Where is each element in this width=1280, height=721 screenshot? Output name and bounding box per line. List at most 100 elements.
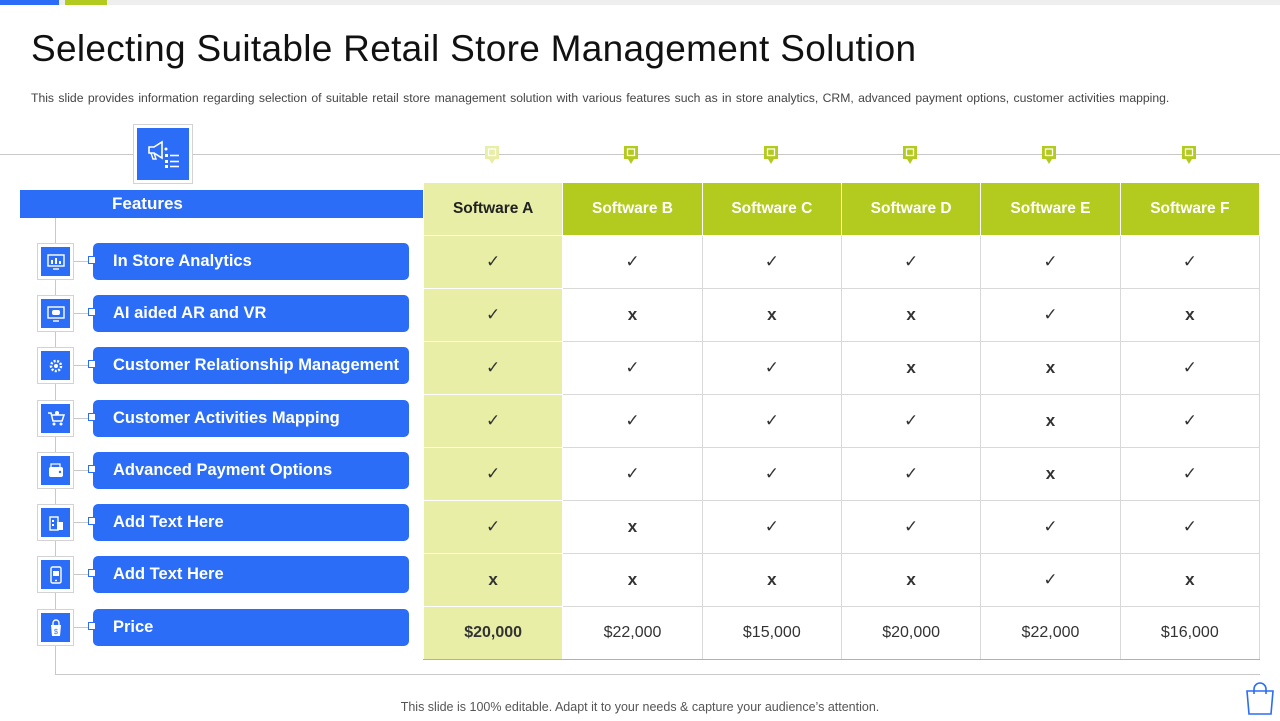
check-mark-icon: ✓ xyxy=(625,358,640,377)
mobile-shop-icon xyxy=(37,556,74,593)
table-cell: ✓ xyxy=(562,394,703,448)
table-cell: ✓ xyxy=(701,235,842,289)
check-mark-icon: ✓ xyxy=(1043,517,1058,536)
cross-mark-icon: x xyxy=(1185,570,1195,589)
check-mark-icon: ✓ xyxy=(1043,305,1058,324)
table-cell: ✓ xyxy=(840,235,982,289)
table-cell: $16,000 xyxy=(1119,606,1261,660)
column-marker-pin-icon xyxy=(1041,145,1057,165)
table-cell: ✓ xyxy=(422,235,564,289)
slide-title: Selecting Suitable Retail Store Manageme… xyxy=(31,28,917,69)
table-cell: x xyxy=(980,447,1121,501)
table-cell: ✓ xyxy=(562,235,703,289)
table-cell: ✓ xyxy=(840,394,982,448)
cross-mark-icon: x xyxy=(627,570,638,589)
table-header-row: Software A Software B Software C Software D… xyxy=(422,182,1261,236)
check-mark-icon: ✓ xyxy=(764,411,779,430)
table-cell: ✓ xyxy=(980,235,1121,289)
table-cell: x xyxy=(701,288,842,342)
feature-label: AI aided AR and VR xyxy=(113,304,267,322)
table-cell: x xyxy=(980,394,1121,448)
check-mark-icon: ✓ xyxy=(1182,252,1197,271)
table-cell: ✓ xyxy=(1119,447,1261,501)
table-row: x x x x ✓ x xyxy=(422,553,1261,607)
cross-mark-icon: x xyxy=(1185,305,1195,324)
feature-label: Customer Relationship Management xyxy=(113,356,400,374)
table-row: ✓ ✓ ✓ ✓ x ✓ xyxy=(422,394,1261,448)
table-row: ✓ x x x ✓ x xyxy=(422,288,1261,342)
check-mark-icon: ✓ xyxy=(904,252,919,271)
connector-dot xyxy=(88,413,96,421)
check-mark-icon: ✓ xyxy=(764,252,779,271)
table-cell: ✓ xyxy=(562,447,703,501)
table-cell: ✓ xyxy=(840,447,982,501)
software-column-header: Software F xyxy=(1119,182,1261,236)
check-mark-icon: ✓ xyxy=(486,517,501,536)
feature-label: Add Text Here xyxy=(113,513,224,531)
check-mark-icon: ✓ xyxy=(1182,464,1197,483)
table-cell: x xyxy=(980,341,1121,395)
connector-dot xyxy=(88,622,96,630)
column-marker-pin-icon xyxy=(763,145,779,165)
feature-label-box: Customer Relationship Management xyxy=(88,347,409,384)
table-cell: x xyxy=(840,288,982,342)
feature-label: Advanced Payment Options xyxy=(113,461,333,479)
cross-mark-icon: x xyxy=(1045,358,1056,377)
price-value: $22,000 xyxy=(1021,624,1080,641)
table-cell: $20,000 xyxy=(422,606,564,660)
table-cell: x xyxy=(562,553,703,607)
column-marker-pin-icon xyxy=(623,145,639,165)
check-mark-icon: ✓ xyxy=(1043,570,1058,589)
table-cell: ✓ xyxy=(422,500,564,554)
column-marker-pin-icon xyxy=(484,145,500,165)
cross-mark-icon: x xyxy=(627,305,638,324)
check-mark-icon: ✓ xyxy=(486,464,501,483)
table-cell: x xyxy=(562,288,703,342)
svg-text:$: $ xyxy=(54,629,58,636)
table-cell: x xyxy=(701,553,842,607)
table-cell: ✓ xyxy=(701,341,842,395)
cross-mark-icon: x xyxy=(1045,411,1056,430)
cross-mark-icon: x xyxy=(627,517,638,536)
monitor-analytics-icon xyxy=(37,243,74,280)
feature-label: Price xyxy=(113,618,154,636)
software-column-header: Software B xyxy=(562,182,703,236)
table-cell: ✓ xyxy=(422,394,564,448)
table-cell: ✓ xyxy=(422,447,564,501)
table-cell: $22,000 xyxy=(980,606,1121,660)
connector-dot xyxy=(88,465,96,473)
feature-label: Customer Activities Mapping xyxy=(113,409,340,427)
feature-label-box: AI aided AR and VR xyxy=(88,295,409,332)
price-value: $20,000 xyxy=(464,624,523,641)
cross-mark-icon: x xyxy=(906,358,916,377)
tree-bottom-line xyxy=(55,674,1260,675)
table-cell: ✓ xyxy=(422,341,564,395)
table-cell: ✓ xyxy=(422,288,564,342)
features-header-label: Features xyxy=(112,194,183,213)
check-mark-icon: ✓ xyxy=(904,517,919,536)
check-mark-icon: ✓ xyxy=(764,464,779,483)
cross-mark-icon: x xyxy=(767,570,777,589)
check-mark-icon: ✓ xyxy=(625,252,640,271)
cross-mark-icon: x xyxy=(906,305,916,324)
check-mark-icon: ✓ xyxy=(764,358,779,377)
tree-vertical-line xyxy=(55,218,56,674)
software-column-header: Software C xyxy=(701,182,842,236)
feature-label-box: Add Text Here xyxy=(88,556,409,593)
table-cell: $22,000 xyxy=(562,606,703,660)
feature-label: Add Text Here xyxy=(113,565,224,583)
connector-dot xyxy=(88,569,96,577)
check-mark-icon: ✓ xyxy=(486,305,501,324)
accent-blue xyxy=(0,0,59,5)
price-row: $20,000 $22,000 $15,000 $20,000 $22,000 $16,0… xyxy=(422,606,1261,660)
price-value: $16,000 xyxy=(1160,624,1219,641)
table-cell: ✓ xyxy=(980,553,1121,607)
table-cell: ✓ xyxy=(562,341,703,395)
table-cell: ✓ xyxy=(701,447,842,501)
connector-dot xyxy=(88,517,96,525)
table-cell: ✓ xyxy=(840,500,982,554)
slide-subtitle: This slide provides information regardin… xyxy=(31,91,1170,105)
check-mark-icon: ✓ xyxy=(625,411,640,430)
features-header: Features xyxy=(20,190,424,218)
table-cell: x xyxy=(1119,288,1261,342)
